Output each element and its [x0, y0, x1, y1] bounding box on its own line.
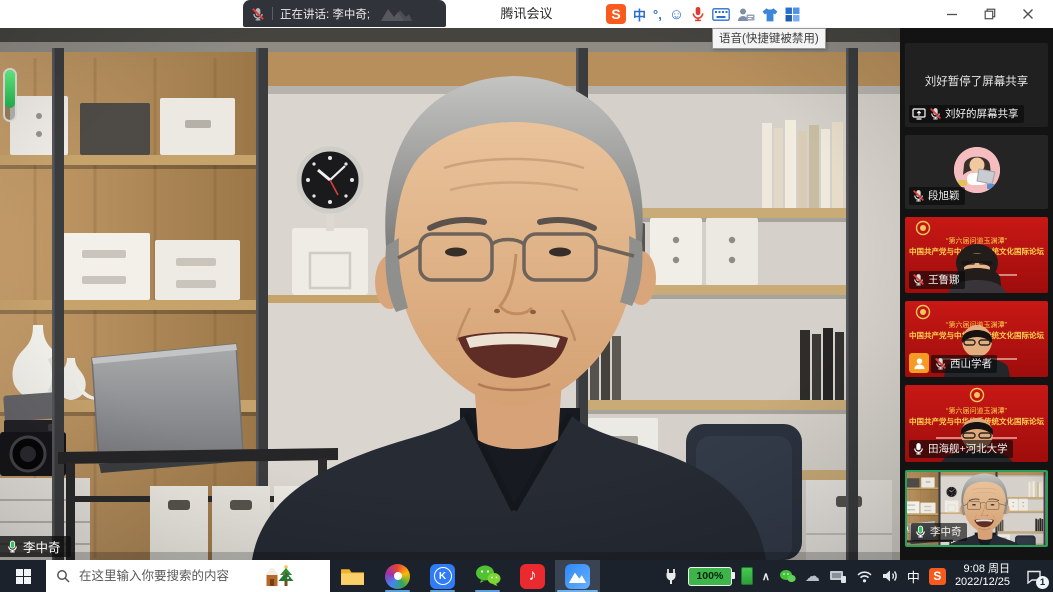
participant-label: 王鲁娜 — [909, 271, 965, 289]
close-button[interactable] — [1009, 0, 1047, 28]
tile-participant-duanxuying[interactable]: 段旭颖 — [905, 135, 1048, 209]
connected-device-icon[interactable] — [741, 567, 753, 585]
speaking-mic-icon — [914, 525, 927, 538]
desktop-screen: 李中奇 刘好暂停了屏幕共享 刘好的屏幕共享 — [0, 0, 1053, 592]
start-button[interactable] — [0, 560, 46, 592]
skin-center-icon[interactable] — [762, 7, 778, 22]
window-title-bar: 腾讯会议 正在讲话: 李中奇; S 中 °, ☺ — [0, 0, 1053, 28]
voice-shortcut-tooltip: 语音(快捷键被禁用) — [712, 28, 826, 49]
screen-share-paused-message: 刘好暂停了屏幕共享 — [905, 73, 1048, 89]
participants-sidebar: 刘好暂停了屏幕共享 刘好的屏幕共享 — [900, 28, 1053, 560]
screen-share-icon — [912, 108, 926, 120]
notification-count-badge: 1 — [1036, 576, 1049, 589]
tile-screen-share-paused[interactable]: 刘好暂停了屏幕共享 刘好的屏幕共享 — [905, 43, 1048, 127]
speaker-video-scene — [0, 28, 900, 560]
soft-keyboard-icon[interactable] — [712, 8, 730, 21]
speaking-indicator-tab[interactable]: 正在讲话: 李中奇; — [243, 0, 446, 27]
taskbar-file-explorer[interactable] — [330, 560, 375, 592]
search-highlight-holiday-icon[interactable] — [264, 564, 294, 588]
restore-button[interactable] — [971, 0, 1009, 28]
wechat-icon — [475, 564, 501, 588]
taskbar-date: 2022/12/25 — [955, 576, 1010, 589]
muted-mic-icon — [934, 357, 947, 370]
mic-on-icon — [912, 442, 925, 455]
onedrive-cloud-icon[interactable]: ☁ — [805, 569, 820, 584]
device-card-icon[interactable] — [829, 570, 847, 583]
meeting-logo-watermark-icon — [379, 5, 413, 23]
sogou-input-toolbar: S 中 °, ☺ — [606, 3, 800, 25]
search-icon — [56, 569, 70, 583]
taskbar-apps: K ♪ — [330, 560, 600, 592]
taskbar-netease-music[interactable]: ♪ — [510, 560, 555, 592]
speaker-volume-icon[interactable] — [882, 569, 898, 583]
toolbox-grid-icon[interactable] — [785, 7, 800, 22]
main-video-feed: 李中奇 — [0, 28, 900, 560]
action-center-button[interactable]: 1 — [1019, 562, 1049, 590]
screen-share-label: 刘好的屏幕共享 — [909, 105, 1024, 123]
browser-icon — [385, 564, 410, 589]
punctuation-toggle[interactable]: °, — [653, 7, 662, 22]
speaking-mic-icon — [6, 540, 19, 553]
battery-indicator[interactable]: 100% — [688, 567, 732, 586]
k-app-icon: K — [430, 564, 455, 589]
main-speaker-name: 李中奇 — [23, 537, 61, 556]
ime-indicator[interactable]: 中 — [907, 567, 920, 586]
tencent-meeting-icon — [565, 564, 590, 589]
participant-label: 田海舰+河北大学 — [909, 440, 1013, 458]
speaking-indicator-text: 正在讲话: 李中奇; — [280, 6, 370, 22]
tile-participant-xishanxuezhe[interactable]: “第六届问道玉渊潭” 中国共产党与中华优秀传统文化国际论坛 — [905, 301, 1048, 377]
main-speaker-badge: 李中奇 — [0, 536, 71, 557]
window-controls — [933, 0, 1047, 28]
audio-level-fill — [5, 70, 15, 108]
tile-participant-tianhaijian[interactable]: “第六届问道玉渊潭” 中国共产党与中华优秀传统文化国际论坛 田海舰+河北大 — [905, 385, 1048, 462]
tile-participant-wangluna[interactable]: “第六届问道玉渊潭” 中国共产党与中华优秀传统文化国际论坛 — [905, 217, 1048, 293]
chinese-english-toggle[interactable]: 中 — [633, 5, 646, 24]
muted-mic-icon — [251, 7, 265, 21]
participant-label: 段旭颖 — [909, 187, 965, 205]
power-plug-icon[interactable] — [663, 568, 679, 584]
taskbar-clock[interactable]: 9:08 周日 2022/12/25 — [955, 563, 1010, 589]
windows-taskbar: K ♪ — [0, 560, 1053, 592]
voice-input-mic-icon[interactable] — [691, 6, 705, 22]
taskbar-k-docs[interactable]: K — [420, 560, 465, 592]
divider — [272, 7, 273, 20]
participant-label: 李中奇 — [911, 523, 967, 541]
emoji-picker-icon[interactable]: ☺ — [669, 7, 684, 22]
tray-expand-chevron[interactable]: ∧ — [762, 570, 770, 583]
taskbar-search-box[interactable] — [46, 560, 330, 592]
forum-emblem-icon — [969, 387, 985, 403]
audio-level-meter — [3, 68, 17, 122]
slide-title-line1: “第六届问道玉渊潭” — [905, 406, 1048, 416]
sogou-passport-icon[interactable] — [737, 7, 755, 22]
muted-mic-icon — [912, 273, 925, 286]
system-tray: 100% ∧ ☁ 中 S — [663, 562, 1053, 590]
netease-music-icon: ♪ — [520, 564, 545, 589]
window-title: 腾讯会议 — [0, 0, 1053, 28]
windows-logo-icon — [16, 569, 31, 584]
wifi-icon[interactable] — [856, 569, 873, 583]
taskbar-tencent-meeting-active[interactable] — [555, 560, 600, 592]
sogou-tray-icon[interactable]: S — [929, 568, 946, 585]
muted-mic-icon — [912, 189, 925, 202]
sogou-logo-icon[interactable]: S — [606, 4, 626, 24]
taskbar-browser[interactable] — [375, 560, 420, 592]
taskbar-wechat[interactable] — [465, 560, 510, 592]
taskbar-time: 9:08 周日 — [955, 563, 1010, 576]
muted-mic-icon — [929, 107, 942, 120]
guest-person-badge-icon — [909, 353, 929, 373]
minimize-button[interactable] — [933, 0, 971, 28]
participant-label: 西山学者 — [931, 355, 997, 373]
search-input[interactable] — [77, 568, 257, 584]
tile-participant-lizhongqi-active[interactable]: 李中奇 — [905, 470, 1048, 547]
forum-emblem-icon — [915, 220, 931, 236]
forum-emblem-icon — [915, 304, 931, 320]
file-explorer-icon — [340, 566, 365, 587]
wechat-tray-icon[interactable] — [779, 569, 796, 584]
